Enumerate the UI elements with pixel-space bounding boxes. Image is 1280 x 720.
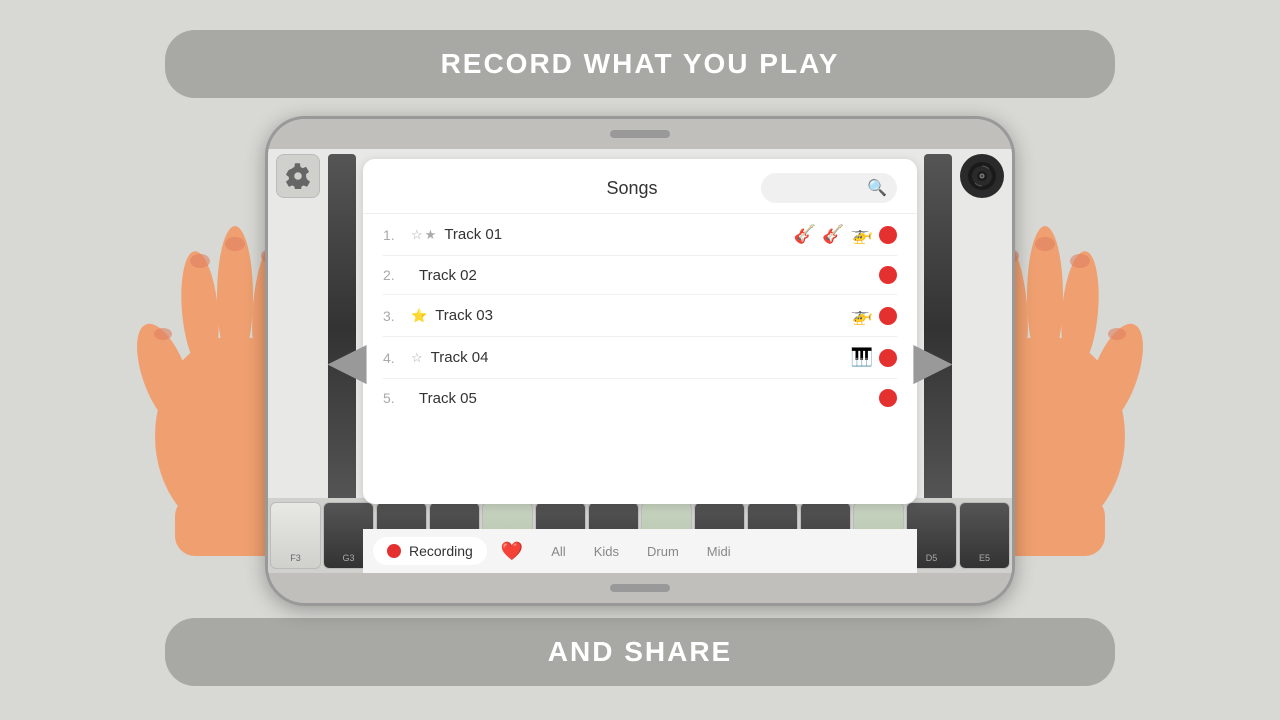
record-button[interactable] [879, 389, 897, 407]
track-name: Track 01 [444, 226, 785, 243]
phone-bottom [268, 573, 1012, 603]
star-icon: ☆ [411, 350, 423, 366]
track-icons [879, 389, 897, 407]
tab-all[interactable]: All [537, 538, 579, 565]
track-row[interactable]: 5. Track 05 [383, 379, 897, 417]
instrument-icon: 🚁 [851, 305, 873, 326]
track-icons: 🎹 [851, 347, 897, 368]
bottom-banner: AND SHARE [165, 618, 1115, 686]
tab-drum[interactable]: Drum [633, 538, 693, 565]
track-icons [879, 266, 897, 284]
nav-arrow-right[interactable]: ▶ [905, 326, 960, 396]
star-icon: ☆ [411, 227, 423, 243]
record-button[interactable] [879, 266, 897, 284]
track-row[interactable]: 3. ⭐ Track 03 🚁 [383, 295, 897, 337]
songs-tabs: Recording ❤️ All Kids Drum Midi [363, 529, 917, 573]
songs-title: Songs [503, 178, 761, 199]
phone-top [268, 119, 1012, 149]
track-number: 5. [383, 390, 403, 406]
track-icons: 🚁 [851, 305, 897, 326]
track-row[interactable]: 2. Track 02 [383, 256, 897, 295]
search-input[interactable] [771, 177, 861, 199]
track-icons: 🎸 🎸 🚁 [794, 224, 897, 245]
tab-midi[interactable]: Midi [693, 538, 745, 565]
track-stars: ☆★ [411, 227, 436, 243]
top-banner-text: RECORD WHAT YOU PLAY [441, 48, 840, 79]
search-icon[interactable]: 🔍 [867, 178, 887, 198]
track-number: 4. [383, 350, 403, 366]
piano-key[interactable]: E5 [959, 502, 1010, 569]
instrument-icon: 🎸 [822, 224, 844, 245]
track-row[interactable]: 1. ☆★ Track 01 🎸 🎸 🚁 [383, 214, 897, 256]
star-icon: ⭐ [411, 308, 427, 324]
track-stars: ☆ [411, 350, 423, 366]
search-container[interactable]: 🔍 [761, 173, 897, 203]
songs-panel: Songs 🔍 1.☆★Track 01🎸🎸🚁2.Track 023.⭐Trac… [363, 159, 917, 504]
track-name: Track 02 [419, 267, 871, 284]
top-banner: RECORD WHAT YOU PLAY [165, 30, 1115, 98]
songs-header: Songs 🔍 [363, 159, 917, 214]
instrument-icon: 🚁 [851, 224, 873, 245]
recording-dot [387, 544, 401, 558]
track-row[interactable]: 4. ☆ Track 04 🎹 [383, 337, 897, 379]
track-number: 2. [383, 267, 403, 283]
track-stars: ⭐ [411, 308, 427, 324]
track-list: 1.☆★Track 01🎸🎸🚁2.Track 023.⭐Track 03🚁4.☆… [363, 214, 917, 417]
phone-notch [610, 130, 670, 138]
instrument-icon: 🎸 [794, 224, 816, 245]
instrument-icon: 🎹 [851, 347, 873, 368]
bottom-banner-text: AND SHARE [548, 636, 732, 667]
record-button[interactable] [879, 349, 897, 367]
phone-bottom-notch [610, 584, 670, 592]
vinyl-button[interactable] [960, 154, 1004, 198]
record-button[interactable] [879, 226, 897, 244]
phone-frame: ◀ ▶ Songs 🔍 1.☆★Track 01🎸🎸🚁2.Track 023.⭐ [265, 116, 1015, 606]
tab-favorites[interactable]: ❤️ [487, 535, 537, 568]
piano-key[interactable]: F3 [270, 502, 321, 569]
track-name: Track 03 [435, 307, 842, 324]
track-name: Track 04 [431, 349, 843, 366]
nav-arrow-left[interactable]: ◀ [320, 326, 375, 396]
tab-kids[interactable]: Kids [580, 538, 633, 565]
track-number: 3. [383, 308, 403, 324]
track-name: Track 05 [419, 390, 871, 407]
record-button[interactable] [879, 307, 897, 325]
tab-recording[interactable]: Recording [373, 537, 487, 565]
star-icon: ★ [425, 227, 437, 243]
device-wrapper: ◀ ▶ Songs 🔍 1.☆★Track 01🎸🎸🚁2.Track 023.⭐ [165, 116, 1115, 606]
settings-button[interactable] [276, 154, 320, 198]
recording-label: Recording [409, 543, 473, 559]
track-number: 1. [383, 227, 403, 243]
phone-screen: ◀ ▶ Songs 🔍 1.☆★Track 01🎸🎸🚁2.Track 023.⭐ [268, 149, 1012, 573]
